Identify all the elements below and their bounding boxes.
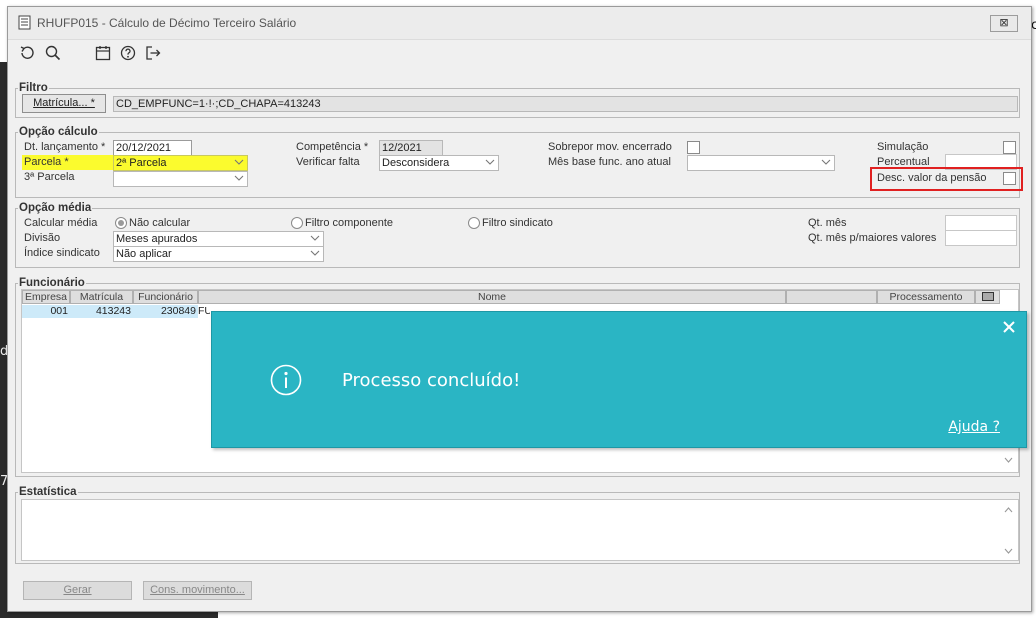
column-header-funcionario[interactable]: Funcionário <box>133 290 198 304</box>
table-row-matricula[interactable]: 413243 <box>70 305 134 318</box>
desc-pensao-checkbox[interactable] <box>1003 172 1016 185</box>
parcela-value: 2ª Parcela <box>116 157 167 169</box>
radio-filtro-componente-label: Filtro componente <box>305 217 394 229</box>
divisao-value: Meses apurados <box>116 233 198 245</box>
mes-base-select[interactable] <box>687 155 835 171</box>
terceira-parcela-select[interactable] <box>113 171 248 187</box>
chevron-down-icon <box>310 250 320 256</box>
simulacao-checkbox[interactable] <box>1003 141 1016 154</box>
table-row-empresa[interactable]: 001 <box>22 305 71 318</box>
indice-sindicato-value: Não aplicar <box>116 248 172 260</box>
help-link[interactable]: Ajuda ? <box>948 419 1000 435</box>
filter-field: CD_EMPFUNC=1·!·;CD_CHAPA=413243 <box>113 96 1018 112</box>
estatistica-legend: Estatística <box>19 486 77 498</box>
column-header-processamento[interactable]: Processamento <box>877 290 975 304</box>
terceira-parcela-label: 3ª Parcela <box>24 171 75 183</box>
competencia-input: 12/2021 <box>379 140 443 156</box>
scroll-down-icon[interactable] <box>1004 548 1013 554</box>
simulacao-label: Simulação <box>877 141 929 153</box>
table-row-funcionario[interactable]: 230849 <box>133 305 199 318</box>
process-complete-toast: Processo concluído! Ajuda ? <box>211 311 1027 448</box>
close-icon[interactable] <box>1002 320 1016 334</box>
funcionario-legend: Funcionário <box>19 277 85 289</box>
opcao-media-legend: Opção média <box>19 202 92 214</box>
verificar-falta-label: Verificar falta <box>296 156 360 168</box>
parcela-select[interactable]: 2ª Parcela <box>113 155 248 171</box>
estatistica-textarea[interactable] <box>21 499 1019 561</box>
cons-movimento-button-label: Cons. movimento... <box>150 584 245 596</box>
verificar-falta-value: Desconsidera <box>382 157 450 169</box>
radio-filtro-sindicato-label: Filtro sindicato <box>482 217 553 229</box>
matricula-button[interactable]: Matrícula... * <box>22 94 106 113</box>
radio-nao-calcular-label: Não calcular <box>129 217 191 229</box>
column-header-empresa[interactable]: Empresa <box>22 290 70 304</box>
cons-movimento-button[interactable]: Cons. movimento... <box>143 581 252 600</box>
scroll-up-icon[interactable] <box>1004 507 1013 513</box>
scroll-down-icon[interactable] <box>1004 457 1013 463</box>
sobrepor-label: Sobrepor mov. encerrado <box>548 141 672 153</box>
column-header-nome[interactable]: Nome <box>198 290 786 304</box>
column-chooser-icon <box>981 292 994 301</box>
column-chooser-button[interactable] <box>975 290 1000 304</box>
help-icon[interactable] <box>119 44 137 62</box>
search-icon[interactable] <box>44 44 62 62</box>
toast-message: Processo concluído! <box>342 370 521 391</box>
qt-mes-maiores-label: Qt. mês p/maiores valores <box>808 232 937 244</box>
chevron-down-icon <box>310 235 320 241</box>
opcao-calculo-legend: Opção cálculo <box>19 126 98 138</box>
chevron-down-icon <box>821 159 831 165</box>
radio-nao-calcular[interactable] <box>115 217 127 229</box>
chevron-down-icon <box>485 159 495 165</box>
divisao-label: Divisão <box>24 232 61 244</box>
column-header-blank[interactable] <box>786 290 877 304</box>
desc-pensao-label: Desc. valor da pensão <box>877 172 987 184</box>
title-bar: RHUFP015 - Cálculo de Décimo Terceiro Sa… <box>8 7 1031 40</box>
info-icon <box>270 364 302 396</box>
parcela-label: Parcela * <box>24 156 69 168</box>
qt-mes-maiores-input[interactable] <box>945 230 1017 246</box>
verificar-falta-select[interactable]: Desconsidera <box>379 155 499 171</box>
competencia-label: Competência * <box>296 141 369 153</box>
calendar-icon[interactable] <box>94 44 112 62</box>
window-close-button[interactable]: ⊠ <box>990 15 1018 32</box>
document-icon <box>18 15 31 30</box>
indice-sindicato-label: Índice sindicato <box>24 247 100 259</box>
indice-sindicato-select[interactable]: Não aplicar <box>113 246 324 262</box>
radio-filtro-sindicato[interactable] <box>468 217 480 229</box>
chevron-down-icon <box>234 175 244 181</box>
table-row-nome[interactable]: FU <box>198 305 210 318</box>
window-title: RHUFP015 - Cálculo de Décimo Terceiro Sa… <box>37 16 297 30</box>
radio-filtro-componente[interactable] <box>291 217 303 229</box>
matricula-button-label: Matrícula... * <box>33 97 95 109</box>
gerar-button[interactable]: Gerar <box>23 581 132 600</box>
mes-base-label: Mês base func. ano atual <box>548 156 671 168</box>
toolbar <box>8 40 1031 66</box>
qt-mes-input[interactable] <box>945 215 1017 231</box>
exit-icon[interactable] <box>144 44 162 62</box>
undo-icon[interactable] <box>18 44 36 62</box>
calcular-media-label: Calcular média <box>24 217 98 229</box>
sobrepor-checkbox[interactable] <box>687 141 700 154</box>
dt-lancamento-label: Dt. lançamento * <box>24 141 106 153</box>
filtro-legend: Filtro <box>19 82 48 94</box>
background-panel-left <box>0 62 7 618</box>
qt-mes-label: Qt. mês <box>808 217 847 229</box>
chevron-down-icon <box>234 159 244 165</box>
column-header-matricula[interactable]: Matrícula <box>70 290 133 304</box>
dt-lancamento-input[interactable]: 20/12/2021 <box>113 140 192 156</box>
divisao-select[interactable]: Meses apurados <box>113 231 324 247</box>
calculation-window: RHUFP015 - Cálculo de Décimo Terceiro Sa… <box>7 6 1032 612</box>
gerar-button-label: Gerar <box>63 584 92 596</box>
